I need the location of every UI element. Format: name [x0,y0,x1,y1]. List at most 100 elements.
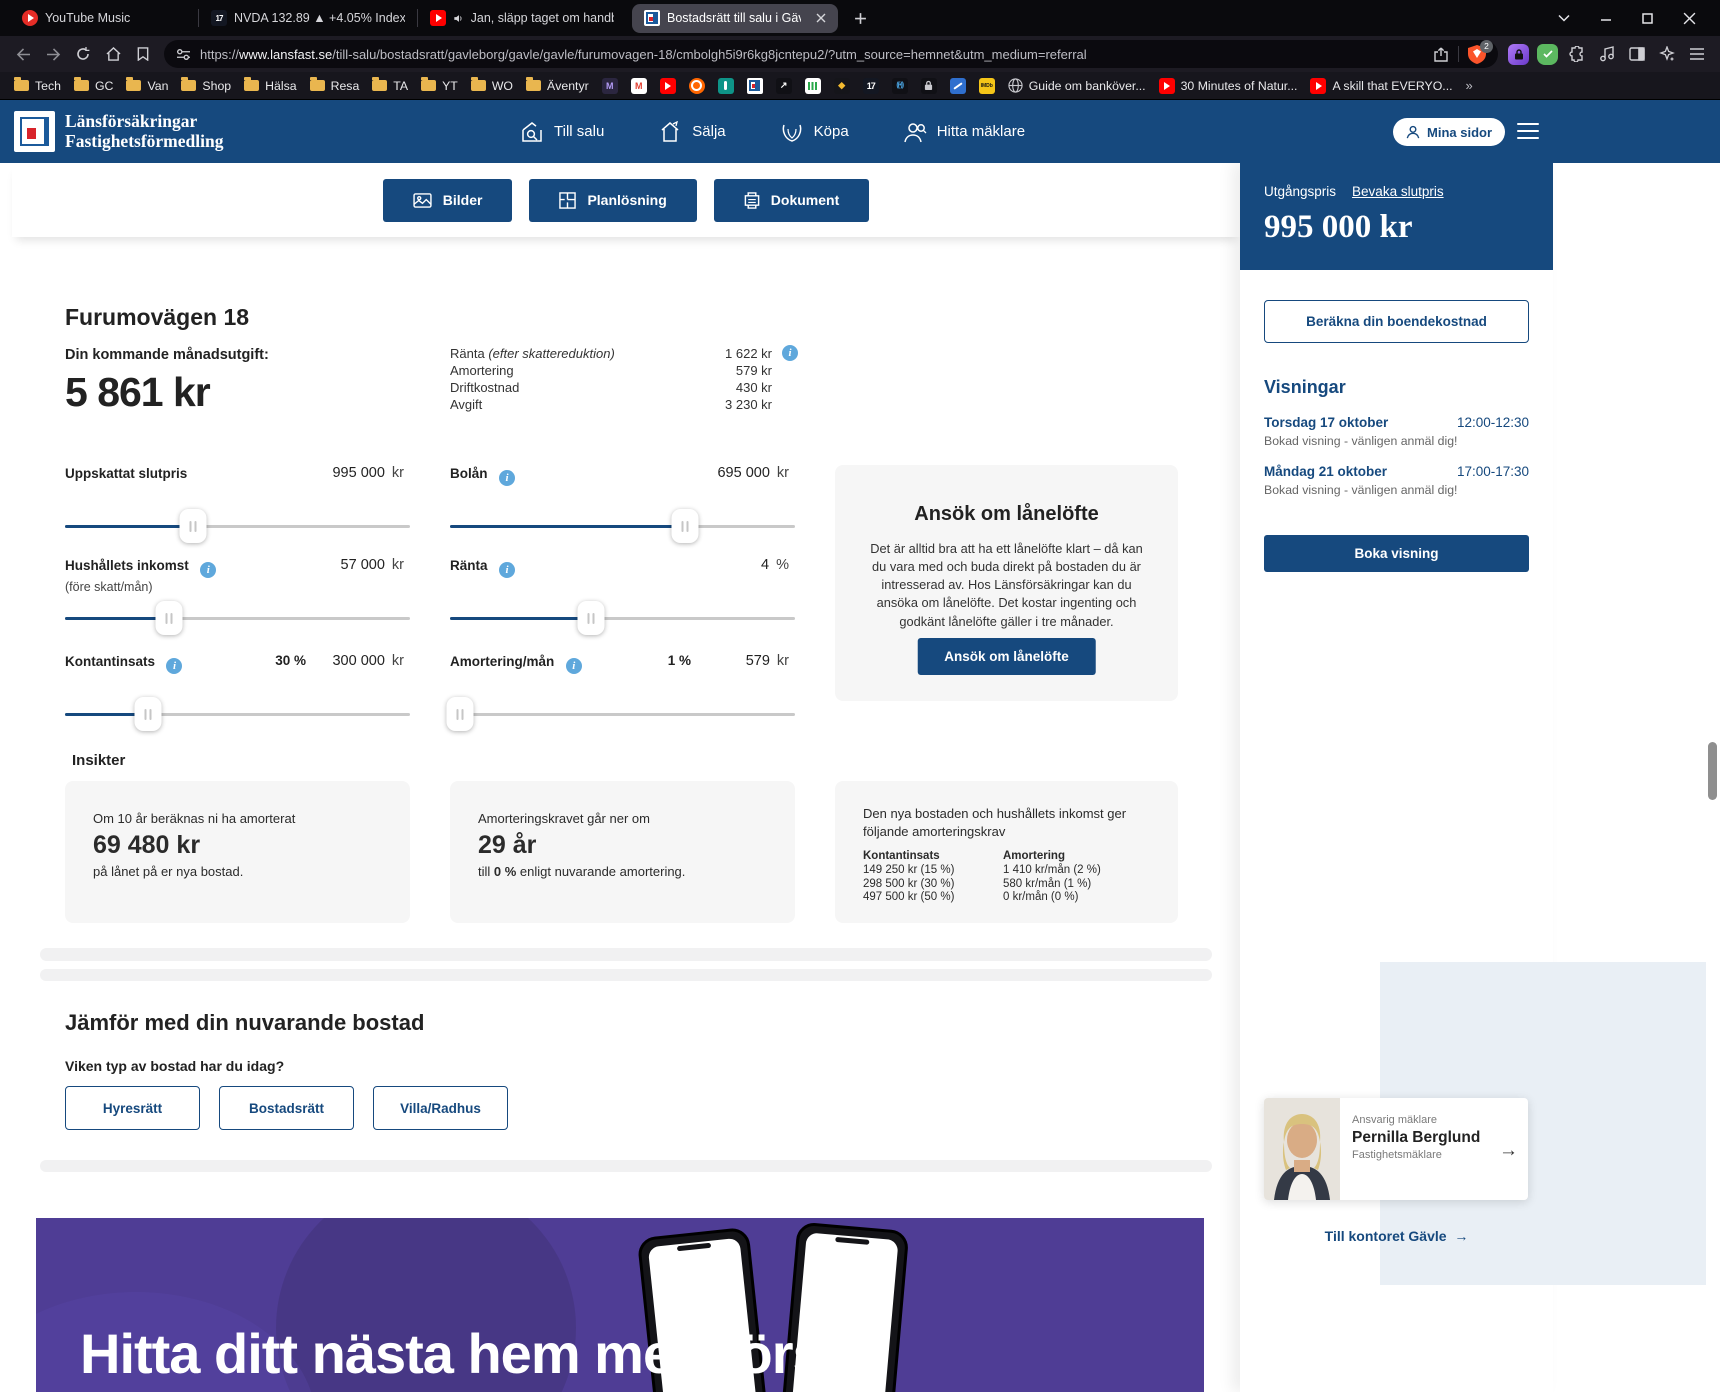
option-hyresratt[interactable]: Hyresrätt [65,1086,200,1130]
calc-housing-cost-button[interactable]: Beräkna din boendekostnad [1264,300,1529,343]
loan-offer-button[interactable]: Ansök om lånelöfte [917,638,1096,675]
ai-sparkle-icon[interactable] [1652,40,1682,68]
bookmark-folder-tech[interactable]: Tech [14,79,61,93]
bookmark-folder-ta[interactable]: TA [372,79,408,93]
nav-salja[interactable]: Sälja [658,121,725,143]
tab-tradingview[interactable]: NVDA 132.89 ▲ +4.05% Index [199,0,417,36]
teal-bookmark-icon[interactable] [718,78,734,94]
tab-list-icon[interactable] [1558,14,1570,22]
nav-till-salu[interactable]: Till salu [520,121,604,143]
url-bar[interactable]: https://www.lansfast.se/till-salu/bostad… [164,40,1498,68]
book-viewing-button[interactable]: Boka visning [1264,535,1529,572]
nav-hitta-maklare[interactable]: Hitta mäklare [903,121,1025,143]
agent-card[interactable]: Ansvarig mäklare Pernilla Berglund Fasti… [1264,1098,1528,1200]
slider-handle[interactable] [578,601,605,635]
permissions-icon[interactable] [176,48,191,61]
gmail-bookmark-icon[interactable] [631,78,647,94]
slider-kontantinsats: Kontantinsats 30 % 300 000kr [65,651,410,743]
extensions-puzzle-icon[interactable] [1562,40,1592,68]
bookmark-folder-resa[interactable]: Resa [310,79,360,93]
scrollbar-thumb[interactable] [1708,742,1717,800]
bookmark-folder-aventyr[interactable]: Äventyr [526,79,589,93]
arrow-right-icon[interactable]: → [1499,1140,1518,1162]
bookmark-youtube-video-1[interactable]: 30 Minutes of Natur... [1159,78,1298,94]
flight-bookmark-icon[interactable] [950,78,966,94]
lansfast-favicon [644,10,660,26]
lansforsakringar-logo[interactable] [14,111,55,152]
dokument-button[interactable]: Dokument [714,179,869,222]
tab-close-icon[interactable] [816,13,826,23]
slider-handle[interactable] [447,697,474,731]
mina-sidor-button[interactable]: Mina sidor [1393,118,1505,146]
maximize-icon[interactable] [1642,13,1653,24]
bookmark-guide[interactable]: Guide om banköver... [1008,78,1146,93]
info-icon[interactable] [200,562,216,578]
back-icon[interactable] [8,40,38,68]
section-divider [40,1160,1212,1172]
bookmark-youtube-video-2[interactable]: A skill that EVERYO... [1310,78,1452,94]
chart-bookmark-icon[interactable] [776,78,792,94]
stock-bars-bookmark-icon[interactable] [805,78,821,94]
slider-bolan: Bolån 695 000kr [450,463,795,555]
option-villa-radhus[interactable]: Villa/Radhus [373,1086,508,1130]
reload-icon[interactable] [68,40,98,68]
slider-uppskattat-slutpris: Uppskattat slutpris 995 000kr [65,463,410,555]
bilder-button[interactable]: Bilder [383,179,513,222]
lansfast-bookmark-icon[interactable] [747,78,763,94]
close-window-icon[interactable] [1683,12,1696,25]
adguard-extension-icon[interactable] [1537,44,1558,65]
brand-name[interactable]: Länsförsäkringar Fastighetsförmedling [65,112,223,151]
option-bostadsratt[interactable]: Bostadsrätt [219,1086,354,1130]
loan-offer-title: Ansök om lånelöfte [865,503,1148,526]
office-link[interactable]: Till kontoret Gävle → [1240,1228,1553,1244]
imdb-bookmark-icon[interactable] [979,78,995,94]
home-icon[interactable] [98,40,128,68]
bookmark-folder-shop[interactable]: Shop [181,79,231,93]
orange-circle-bookmark-icon[interactable] [689,78,705,94]
info-icon[interactable] [566,658,582,674]
tradingview-bookmark-icon[interactable] [863,78,879,94]
bookmark-folder-yt[interactable]: YT [421,79,458,93]
forward-icon[interactable] [38,40,68,68]
wreath-icon [780,121,804,143]
bookmark-folder-gc[interactable]: GC [74,79,113,93]
audio-playing-icon[interactable] [453,12,464,25]
menu-hamburger-icon[interactable] [1682,40,1712,68]
info-icon[interactable] [782,345,798,361]
lock-bookmark-icon[interactable] [921,78,937,94]
music-note-icon[interactable] [1592,40,1622,68]
site-menu-hamburger-icon[interactable] [1517,123,1539,144]
main-content: Bilder Planlösning Dokument Furumovägen … [12,163,1240,1392]
nav-kopa[interactable]: Köpa [780,121,849,143]
shield-extension-icon[interactable]: 2 [1468,45,1486,64]
tab-youtube-music[interactable]: YouTube Music [10,0,198,36]
bookmark-folder-halsa[interactable]: Hälsa [244,79,296,93]
slider-handle[interactable] [179,509,206,543]
proton-mail-bookmark-icon[interactable] [602,78,618,94]
watch-price-link[interactable]: Bevaka slutpris [1352,184,1444,199]
folder-icon [14,80,29,91]
slider-handle[interactable] [671,509,698,543]
promo-banner[interactable]: Hitta ditt nästa hem med först [36,1218,1204,1392]
bookmarks-overflow-chevron[interactable]: » [1466,78,1473,93]
youtube-bookmark-icon[interactable] [660,78,676,94]
info-icon[interactable] [166,658,182,674]
slider-handle[interactable] [134,697,161,731]
bookmark-folder-van[interactable]: Van [126,79,168,93]
binance-bookmark-icon[interactable] [834,78,850,94]
planlosning-button[interactable]: Planlösning [529,179,696,222]
tab-lansfast-active[interactable]: Bostadsrätt till salu i Gävle - Fu [632,4,838,33]
tab-youtube-video[interactable]: Jan, släpp taget om handbroms [418,0,626,36]
minimize-icon[interactable] [1600,12,1612,24]
broadcast-bookmark-icon[interactable] [892,78,908,94]
new-tab-button[interactable] [854,12,867,25]
password-extension-icon[interactable] [1508,44,1529,65]
bookmark-folder-wo[interactable]: WO [471,79,513,93]
share-icon[interactable] [1433,47,1449,62]
info-icon[interactable] [499,470,515,486]
globe-icon [1008,78,1023,93]
info-icon[interactable] [499,562,515,578]
slider-handle[interactable] [155,601,182,635]
sidebar-toggle-icon[interactable] [1622,40,1652,68]
bookmark-icon[interactable] [128,40,158,68]
